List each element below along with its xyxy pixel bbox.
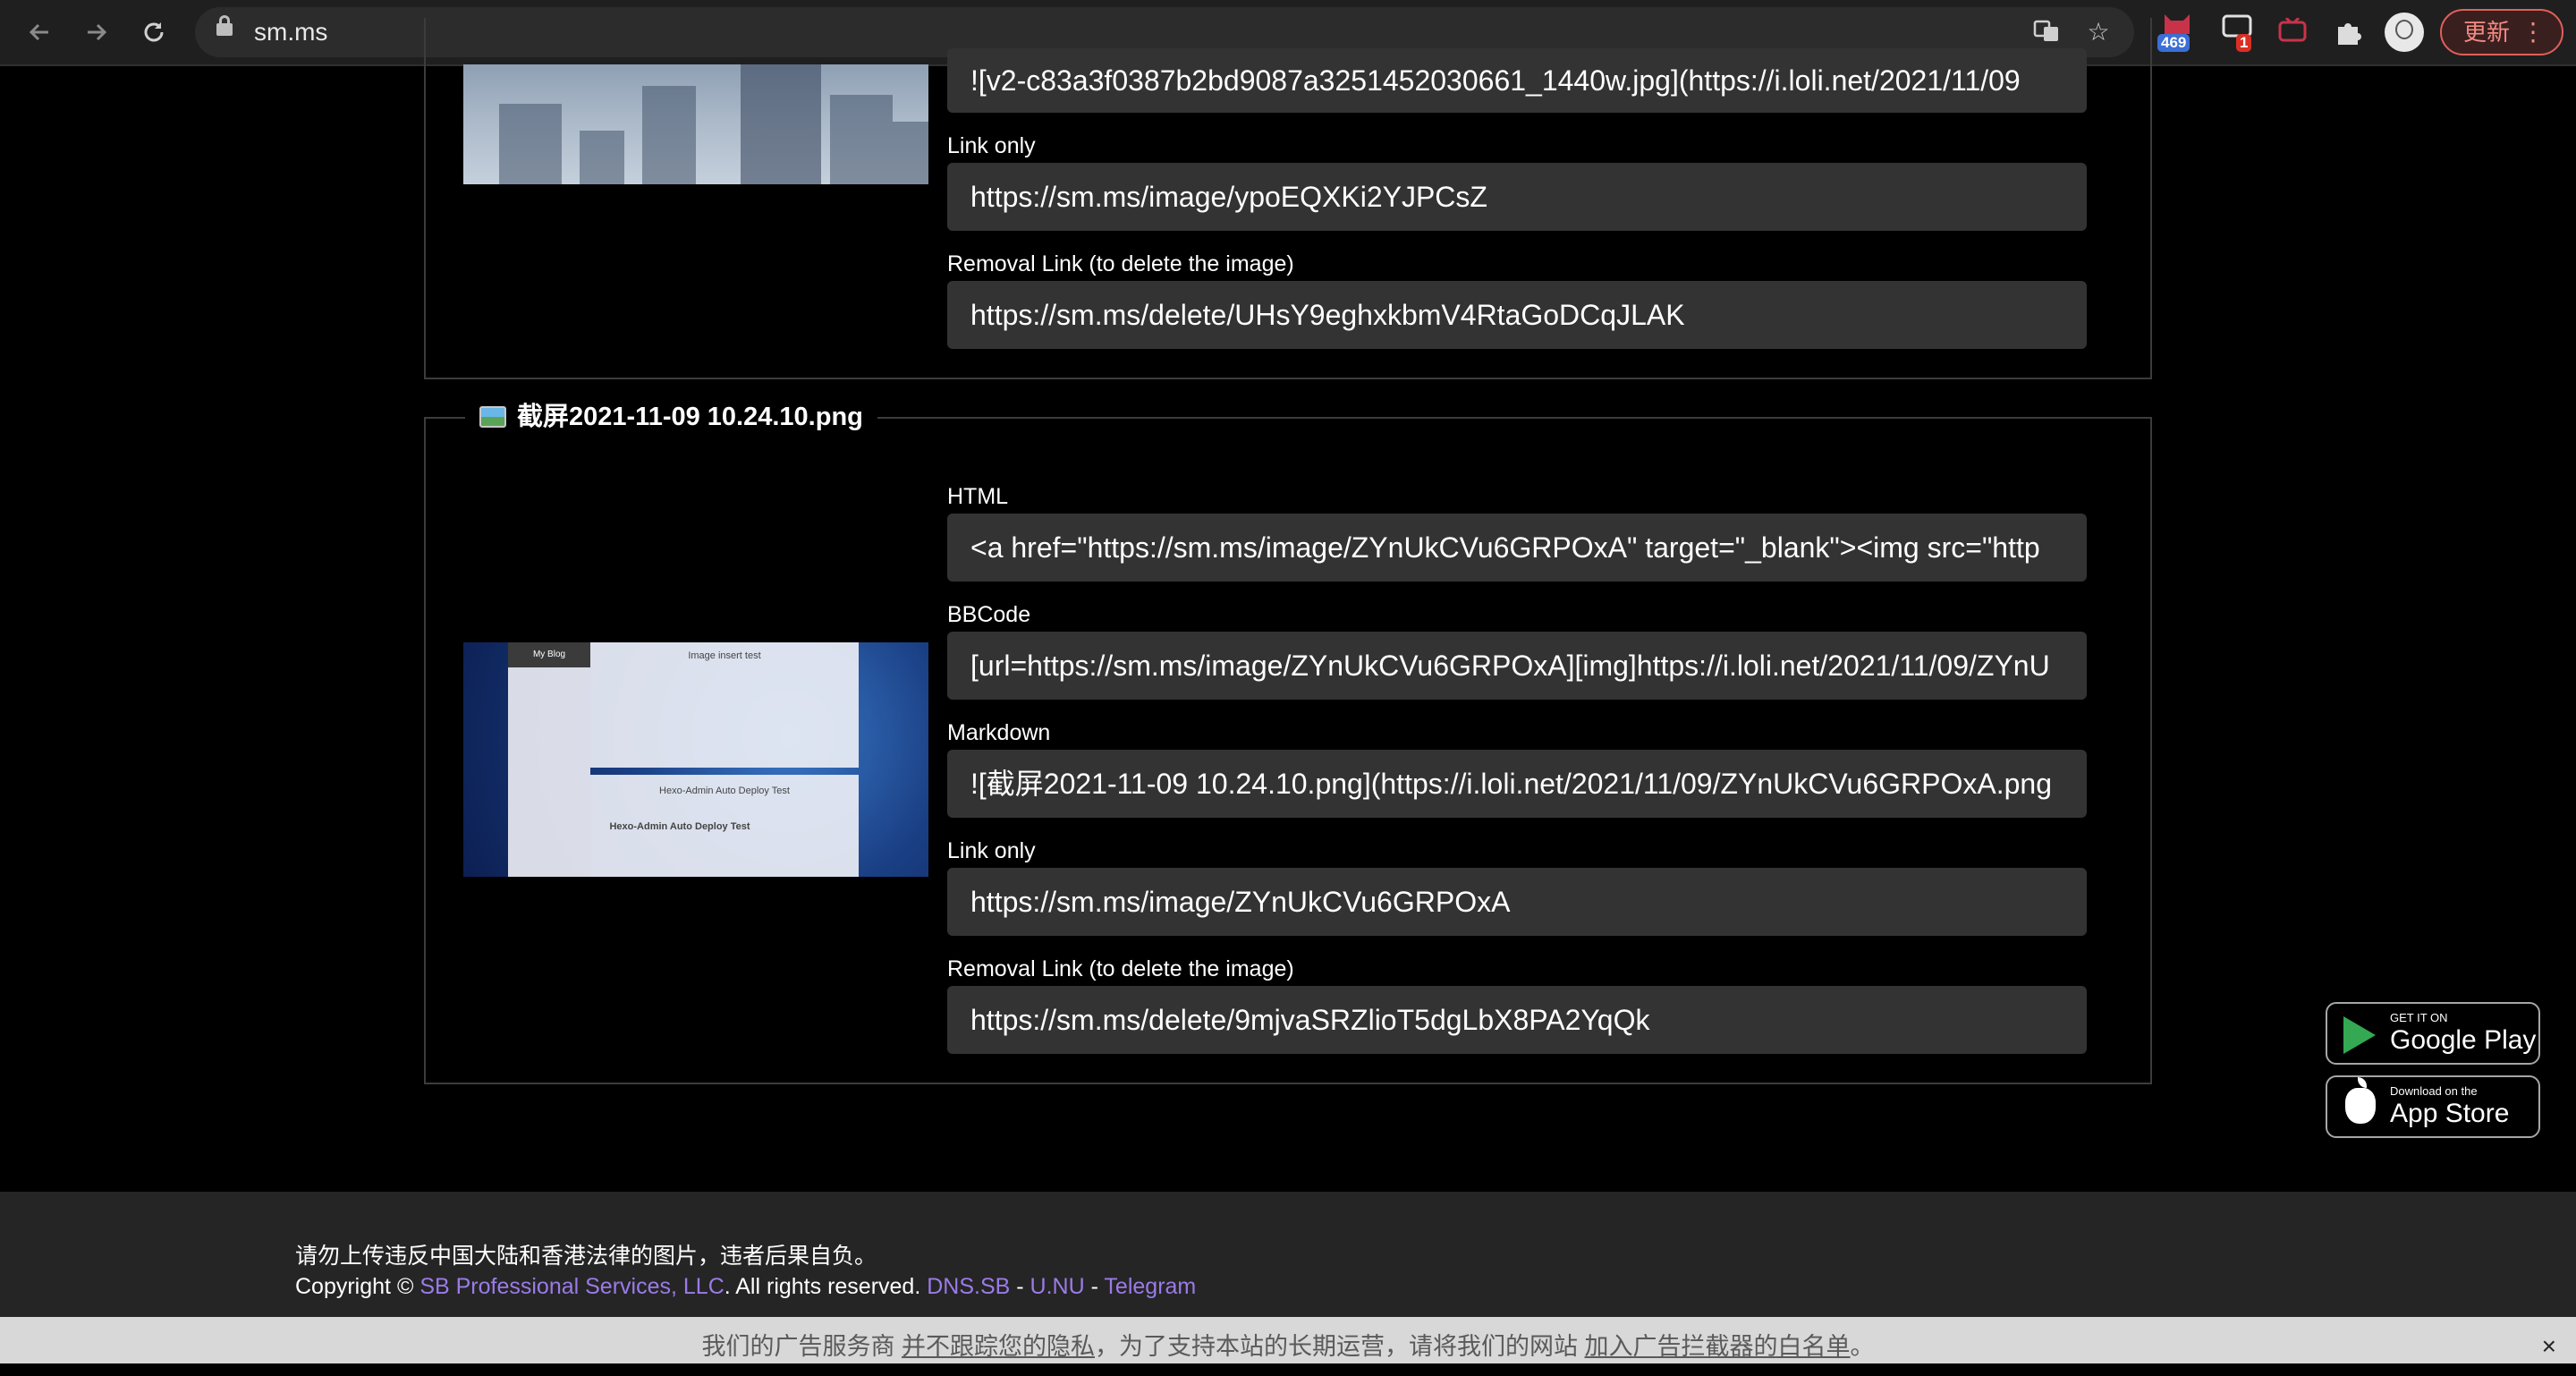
telegram-link[interactable]: Telegram	[1104, 1274, 1196, 1299]
apple-icon	[2345, 1077, 2376, 1124]
company-link[interactable]: SB Professional Services, LLC	[419, 1274, 724, 1299]
rights-text: . All rights reserved.	[724, 1274, 928, 1299]
footer-copyright: Copyright © SB Professional Services, LL…	[295, 1274, 1196, 1300]
google-play-badge[interactable]: GET IT ON Google Play	[2326, 1002, 2540, 1065]
html-code-field[interactable]: <a href="https://sm.ms/image/ZYnUkCVu6GR…	[947, 514, 2087, 582]
reload-button[interactable]	[134, 13, 174, 52]
thumb-post-heading: Hexo-Admin Auto Deploy Test	[609, 821, 750, 832]
extension-badge-count: 469	[2157, 34, 2190, 52]
copyright-prefix: Copyright ©	[295, 1274, 420, 1299]
extension-tv-icon[interactable]	[2274, 13, 2313, 52]
app-store-big-text: App Store	[2390, 1099, 2510, 1128]
thumb-sidebar: My Blog	[508, 642, 590, 877]
extension-badge-count: 1	[2236, 34, 2252, 52]
image-filename: 截屏2021-11-09 10.24.10.png	[517, 403, 863, 431]
image-thumbnail-screenshot[interactable]: My Blog Image insert test Hexo-Admin Aut…	[463, 642, 928, 877]
close-icon[interactable]: ×	[2542, 1317, 2556, 1376]
ad-notice-text: 我们的广告服务商 并不跟踪您的隐私，为了支持本站的长期运营，请将我们的网站 加入…	[0, 1317, 2576, 1376]
more-menu-icon: ⋮	[2521, 18, 2546, 46]
unu-link[interactable]: U.NU	[1030, 1274, 1085, 1299]
forward-button[interactable]	[77, 13, 116, 52]
removal-link-field[interactable]: https://sm.ms/delete/UHsY9eghxkbmV4RtaGo…	[947, 281, 2087, 349]
privacy-link[interactable]: 并不跟踪您的隐私	[902, 1333, 1095, 1360]
thumb-post-card: Image insert test	[590, 642, 859, 768]
reload-icon	[144, 22, 164, 42]
page-footer: 请勿上传违反中国大陆和香港法律的图片，违者后果自负。 Copyright © S…	[0, 1192, 2576, 1317]
arrow-left-icon	[29, 23, 48, 41]
update-button[interactable]: 更新 ⋮	[2440, 9, 2563, 55]
html-label: HTML	[947, 484, 1009, 509]
image-filename-legend: 截屏2021-11-09 10.24.10.png	[465, 399, 877, 435]
link-only-field[interactable]: https://sm.ms/image/ZYnUkCVu6GRPOxA	[947, 868, 2087, 936]
extension-monitor-icon[interactable]: 1	[2218, 13, 2258, 52]
link-only-field[interactable]: https://sm.ms/image/ypoEQXKi2YJPCsZ	[947, 163, 2087, 231]
markdown-code-field[interactable]: ![v2-c83a3f0387b2bd9087a3251452030661_14…	[947, 48, 2087, 113]
google-play-big-text: Google Play	[2390, 1025, 2537, 1055]
bbcode-field[interactable]: [url=https://sm.ms/image/ZYnUkCVu6GRPOxA…	[947, 632, 2087, 700]
ad-text: 。	[1850, 1333, 1875, 1360]
address-url: sm.ms	[254, 18, 328, 46]
markdown-field[interactable]: ![截屏2021-11-09 10.24.10.png](https://i.l…	[947, 750, 2087, 818]
app-store-small-text: Download on the	[2390, 1084, 2478, 1098]
thumb-sidebar-title: My Blog	[508, 642, 590, 667]
image-thumbnail-city[interactable]	[463, 64, 928, 184]
separator: -	[1084, 1274, 1105, 1299]
bbcode-label: BBCode	[947, 602, 1031, 627]
lock-icon	[216, 15, 233, 36]
picture-icon	[479, 406, 506, 428]
removal-link-label: Removal Link (to delete the image)	[947, 251, 1294, 276]
link-only-label: Link only	[947, 133, 1036, 158]
app-store-badge[interactable]: Download on the App Store	[2326, 1075, 2540, 1138]
link-only-label: Link only	[947, 838, 1036, 863]
removal-link-label: Removal Link (to delete the image)	[947, 956, 1294, 981]
extension-cat-icon[interactable]: 469	[2157, 13, 2197, 52]
footer-warning: 请勿上传违反中国大陆和香港法律的图片，违者后果自负。	[295, 1244, 877, 1269]
separator: -	[1010, 1274, 1030, 1299]
update-label: 更新	[2463, 19, 2511, 46]
back-button[interactable]	[20, 13, 59, 52]
removal-link-field[interactable]: https://sm.ms/delete/9mjvaSRZlioT5dgLbX8…	[947, 986, 2087, 1054]
markdown-label: Markdown	[947, 720, 1051, 745]
ad-text: ，为了支持本站的长期运营，请将我们的网站	[1095, 1333, 1585, 1360]
google-play-small-text: GET IT ON	[2390, 1011, 2448, 1024]
profile-avatar[interactable]	[2385, 13, 2424, 52]
whitelist-link[interactable]: 加入广告拦截器的白名单	[1585, 1333, 1851, 1360]
dns-sb-link[interactable]: DNS.SB	[927, 1274, 1010, 1299]
ad-text: 我们的广告服务商	[701, 1333, 902, 1360]
extensions-puzzle-icon[interactable]	[2329, 13, 2368, 52]
arrow-right-icon	[88, 23, 107, 41]
ad-notice-bar: 我们的广告服务商 并不跟踪您的隐私，为了支持本站的长期运营，请将我们的网站 加入…	[0, 1317, 2576, 1363]
google-play-icon	[2343, 1016, 2376, 1054]
